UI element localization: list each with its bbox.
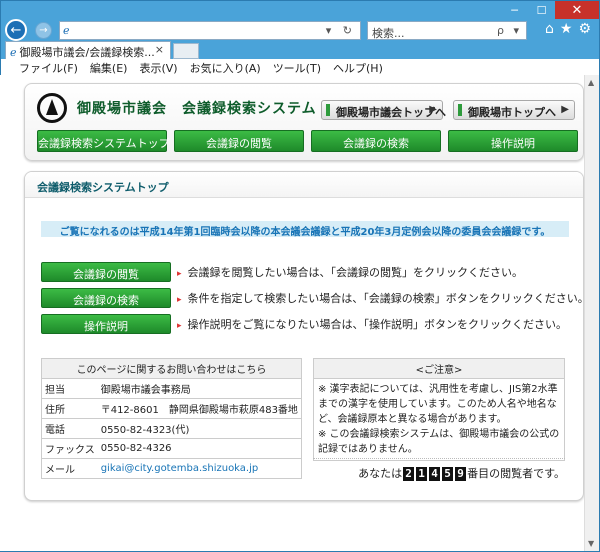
table-row: 電話 0550-82-4323(代) — [40, 418, 302, 439]
counter-digit: 1 — [416, 467, 428, 481]
nav-browse[interactable]: 会議録の閲覧 — [174, 130, 304, 152]
vertical-scrollbar[interactable]: ▲ ▼ — [584, 75, 599, 551]
ie-logo-icon: ℯ — [63, 24, 70, 37]
browse-button[interactable]: 会議録の閲覧 — [41, 262, 171, 282]
contact-key: 住所 — [40, 398, 98, 419]
contact-key: ファックス — [40, 438, 98, 459]
nav-help[interactable]: 操作説明 — [448, 130, 578, 152]
contact-value: 御殿場市議会事務局 — [97, 378, 302, 399]
notice-banner: ご覧になれるのは平成14年第1回臨時会以降の本会議会議録と平成20年3月定例会以… — [41, 221, 569, 237]
arrow-right-icon: ▶ — [561, 104, 569, 115]
site-title: 御殿場市議会 会議録検索システム — [77, 101, 317, 117]
new-tab-button[interactable] — [173, 43, 199, 59]
visitor-counter: あなたは 2 1 4 5 9 番目の閲覧者です。 — [313, 458, 565, 481]
scroll-down-icon[interactable]: ▼ — [588, 539, 594, 548]
contact-key: メール — [40, 458, 98, 479]
tab-close-icon[interactable]: × — [155, 43, 164, 56]
search-controls[interactable]: ρ ▾ — [497, 24, 522, 37]
city-top-label: 御殿場市トップへ — [468, 106, 556, 119]
tab-active[interactable]: ℯ 御殿場市議会/会議録検索... × — [5, 41, 171, 59]
forward-button[interactable]: → — [35, 22, 52, 39]
contact-caption: このページに関するお問い合わせはこちら — [41, 358, 302, 379]
menu-tools[interactable]: ツール(T) — [273, 60, 321, 76]
help-description: 操作説明をご覧になりたい場合は、「操作説明」ボタンをクリックください。 — [177, 316, 568, 332]
email-link[interactable]: gikai@city.gotemba.shizuoka.jp — [97, 458, 302, 479]
help-button[interactable]: 操作説明 — [41, 314, 171, 334]
close-button[interactable]: ✕ — [555, 1, 599, 19]
site-header: 御殿場市議会 会議録検索システム 御殿場市議会トップへ ▶ 御殿場市トップへ ▶… — [24, 83, 584, 161]
global-nav: 会議録検索システムトップ 会議録の閲覧 会議録の検索 操作説明 — [37, 130, 578, 152]
tab-title: 御殿場市議会/会議録検索... — [19, 46, 155, 59]
minimize-button[interactable]: ─ — [501, 1, 528, 19]
counter-suffix: 番目の閲覧者です。 — [467, 467, 565, 480]
caution-line: ※ 漢字表記については、汎用性を考慮し、JIS第2水準までの漢字を使用しています… — [318, 384, 558, 425]
caution-line: ※ この会議録検索システムは、御殿場市議会の公式の記録ではありません。 — [318, 429, 560, 455]
menu-bar: ファイル(F) 編集(E) 表示(V) お気に入り(A) ツール(T) ヘルプ(… — [1, 59, 599, 76]
city-top-link[interactable]: 御殿場市トップへ ▶ — [453, 100, 575, 120]
search-placeholder: 検索... — [372, 27, 405, 40]
search-description: 条件を指定して検索したい場合は、「会議録の検索」ボタンをクリックください。 — [177, 290, 583, 306]
counter-digit: 9 — [455, 467, 467, 481]
contact-key: 担当 — [40, 378, 98, 399]
page-title: 会議録検索システムトップ — [25, 172, 583, 198]
contact-table: このページに関するお問い合わせはこちら 担当 御殿場市議会事務局 住所 〒412-8… — [40, 358, 302, 479]
menu-edit[interactable]: 編集(E) — [90, 60, 128, 76]
maximize-button[interactable]: ☐ — [528, 1, 555, 19]
nav-search[interactable]: 会議録の検索 — [311, 130, 441, 152]
contact-value: 0550-82-4326 — [97, 438, 302, 459]
ie-favicon-icon: ℯ — [10, 46, 17, 59]
table-row: 住所 〒412-8601 静岡県御殿場市萩原483番地 — [40, 398, 302, 419]
scroll-up-icon[interactable]: ▲ — [588, 78, 594, 87]
address-bar[interactable]: ℯ ▾ ↻ — [59, 21, 361, 40]
address-controls[interactable]: ▾ ↻ — [326, 24, 356, 37]
arrow-right-icon: ▶ — [429, 104, 437, 115]
menu-favorites[interactable]: お気に入り(A) — [190, 60, 261, 76]
counter-digit: 5 — [442, 467, 454, 481]
table-row: ファックス 0550-82-4326 — [40, 438, 302, 459]
page-viewport: 御殿場市議会 会議録検索システム 御殿場市議会トップへ ▶ 御殿場市トップへ ▶… — [0, 75, 584, 551]
search-button[interactable]: 会議録の検索 — [41, 288, 171, 308]
contact-value: 〒412-8601 静岡県御殿場市萩原483番地 — [97, 398, 302, 419]
main-panel: 会議録検索システムトップ ご覧になれるのは平成14年第1回臨時会以降の本会議会議… — [24, 171, 584, 501]
tab-strip: ℯ 御殿場市議会/会議録検索... × — [1, 41, 599, 59]
gear-icon[interactable]: ⚙ — [578, 21, 591, 37]
back-button[interactable]: ← — [5, 19, 27, 41]
menu-file[interactable]: ファイル(F) — [19, 60, 78, 76]
counter-digit: 4 — [429, 467, 441, 481]
nav-system-top[interactable]: 会議録検索システムトップ — [37, 130, 170, 152]
browser-toolbar: ← → ℯ ▾ ↻ 検索... ρ ▾ ⌂ ★ ⚙ — [1, 19, 599, 41]
caution-caption: <ご注意> — [314, 359, 564, 379]
mountain-logo-icon — [37, 93, 67, 123]
menu-view[interactable]: 表示(V) — [139, 60, 177, 76]
gikai-top-link[interactable]: 御殿場市議会トップへ ▶ — [321, 100, 446, 120]
menu-help[interactable]: ヘルプ(H) — [333, 60, 383, 76]
browse-description: 会議録を閲覧したい場合は、「会議録の閲覧」をクリックください。 — [177, 264, 524, 280]
window-controls: ─ ☐ ✕ — [501, 1, 599, 19]
counter-digit: 2 — [403, 467, 415, 481]
counter-prefix: あなたは — [358, 467, 403, 480]
browser-tool-icons: ⌂ ★ ⚙ — [545, 21, 591, 37]
table-row: 担当 御殿場市議会事務局 — [40, 378, 302, 399]
favorites-star-icon[interactable]: ★ — [560, 21, 573, 37]
search-box[interactable]: 検索... ρ ▾ — [367, 21, 527, 40]
home-icon[interactable]: ⌂ — [545, 21, 554, 37]
contact-key: 電話 — [40, 418, 98, 439]
table-row: このページに関するお問い合わせはこちら — [41, 358, 302, 379]
table-row: メール gikai@city.gotemba.shizuoka.jp — [40, 458, 302, 479]
contact-value: 0550-82-4323(代) — [97, 418, 302, 439]
caution-box: <ご注意> ※ 漢字表記については、汎用性を考慮し、JIS第2水準までの漢字を使… — [313, 358, 565, 461]
